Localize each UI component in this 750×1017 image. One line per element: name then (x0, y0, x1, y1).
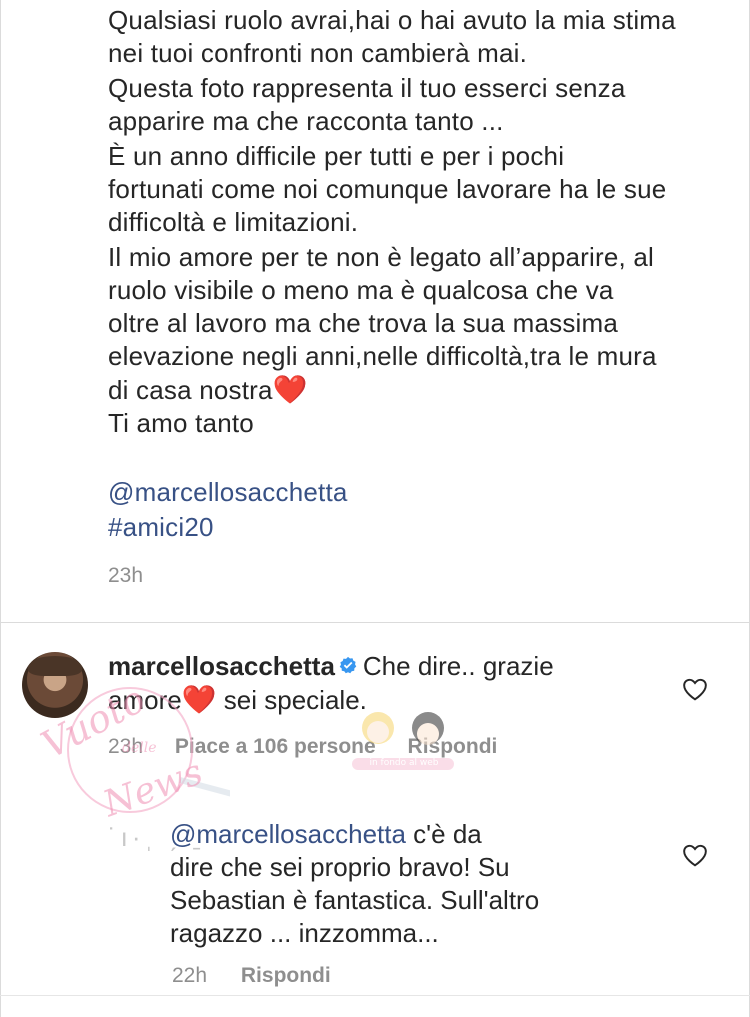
comment-text: sei speciale. (216, 685, 367, 715)
reply-timestamp[interactable]: 22h (172, 964, 207, 987)
caption-mention-link[interactable]: @marcellosacchetta (108, 476, 738, 509)
bottom-divider (0, 995, 750, 996)
caption-line: Qualsiasi ruolo avrai,hai o hai avuto la… (108, 5, 676, 35)
comment-likes-count[interactable]: Piace a 106 persone (175, 735, 376, 758)
caption-timestamp[interactable]: 23h (108, 564, 143, 588)
comment-body: marcellosacchetta Che dire.. grazie amore… (108, 650, 668, 717)
caption-hashtag-link[interactable]: #amici20 (108, 511, 738, 544)
reply-text: Sebastian è fantastica. Sull'altro (170, 885, 540, 915)
avatar[interactable] (22, 652, 88, 718)
verified-badge-icon (339, 656, 357, 674)
caption-line: Ti amo tanto (108, 408, 254, 438)
comment-meta: 23h Piace a 106 persone Rispondi (108, 735, 523, 759)
caption-line: È un anno difficile per tutti e per i po… (108, 141, 565, 171)
post-caption: Qualsiasi ruolo avrai,hai o hai avuto la… (108, 4, 738, 544)
caption-line: Questa foto rappresenta il tuo esserci s… (108, 73, 626, 103)
caption-line: Il mio amore per te non è legato all’app… (108, 242, 654, 272)
caption-line: apparire ma che racconta tanto ... (108, 106, 504, 136)
like-heart-icon[interactable] (682, 843, 708, 867)
reply-mention-link[interactable]: @marcellosacchetta (170, 819, 406, 849)
caption-line: di casa nostra (108, 375, 273, 405)
caption-line: elevazione negli anni,nelle difficoltà,t… (108, 341, 657, 371)
reply-meta: 22h Rispondi (172, 964, 359, 988)
reply-body: @marcellosacchetta c'è da dire che sei p… (170, 818, 670, 950)
comment-username[interactable]: marcellosacchetta (108, 651, 335, 681)
comment-timestamp[interactable]: 23h (108, 735, 143, 758)
heart-emoji-icon: ❤️ (181, 684, 217, 715)
comments-divider (0, 622, 750, 623)
comment-text: amore (108, 685, 182, 715)
like-heart-icon[interactable] (682, 677, 708, 701)
reply-text: c'è da (413, 819, 482, 849)
caption-line: fortunati come noi comunque lavorare ha … (108, 174, 667, 204)
caption-line: ruolo visibile o meno ma è qualcosa che … (108, 275, 614, 305)
reply-text: dire che sei proprio bravo! Su (170, 852, 510, 882)
heart-emoji-icon: ❤️ (272, 374, 308, 405)
reply-button[interactable]: Rispondi (241, 964, 331, 987)
reply-button[interactable]: Rispondi (408, 735, 498, 758)
reply-text: ragazzo ... inzzomma... (170, 918, 439, 948)
caption-line-with-heart: di casa nostra❤️ (108, 373, 738, 407)
avatar-hat (28, 656, 82, 676)
caption-line: nei tuoi confronti non cambierà mai. (108, 38, 528, 68)
caption-line: oltre al lavoro ma che trova la sua mass… (108, 308, 619, 338)
comment-text: Che dire.. grazie (362, 651, 554, 681)
caption-line: difficoltà e limitazioni. (108, 207, 359, 237)
